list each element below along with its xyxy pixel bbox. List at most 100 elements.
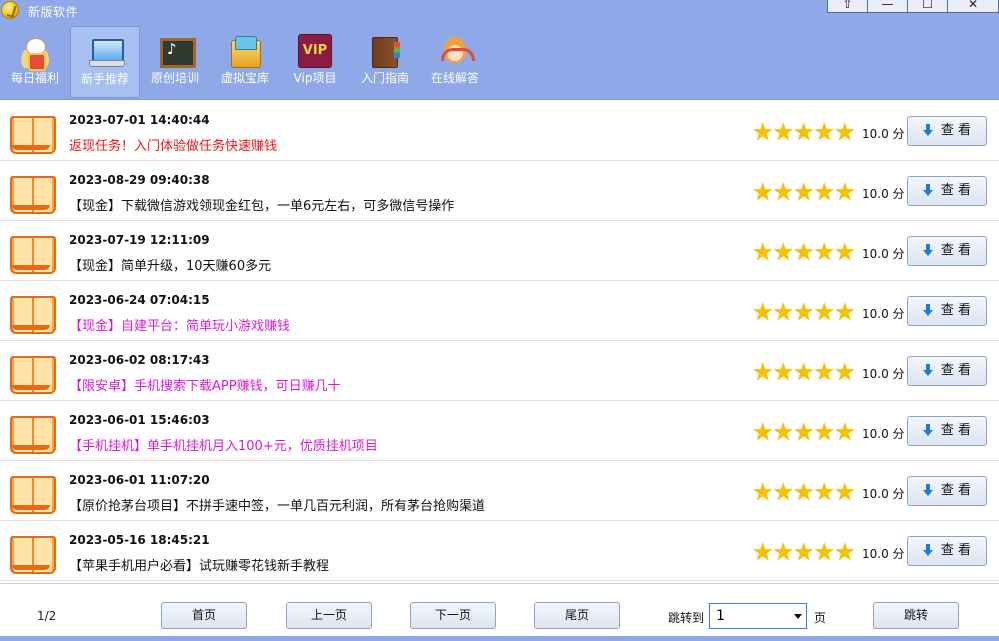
view-button[interactable]: 查 看 <box>907 176 987 206</box>
last-page-button[interactable]: 尾页 <box>534 602 620 629</box>
star-icon: ★ <box>793 418 815 446</box>
open-book-icon <box>10 536 56 574</box>
item-score: 10.0 分 <box>862 487 905 501</box>
window-maximize-button[interactable]: ☐ <box>907 0 948 13</box>
jump-button[interactable]: 跳转 <box>873 602 959 629</box>
star-icon: ★ <box>772 238 795 266</box>
item-title[interactable]: 【原价抢茅台项目】不拼手速中签，一单几百元利润，所有茅台抢购渠道 <box>69 495 485 514</box>
star-icon: ★ <box>772 418 795 446</box>
star-icon: ★ <box>813 538 836 566</box>
view-button[interactable]: 查 看 <box>907 356 987 386</box>
star-icon: ★ <box>834 358 856 386</box>
tool-label: 每日福利 <box>10 71 59 85</box>
item-date: 2023-05-16 18:45:21 <box>69 533 210 547</box>
star-icon: ★ <box>793 298 815 326</box>
star-icon: ★ <box>793 358 815 386</box>
pagination-bar: 1/2 首页 上一页 下一页 尾页 跳转到 1 页 跳转 <box>0 583 999 641</box>
item-date: 2023-06-24 07:04:15 <box>69 293 210 307</box>
star-icon: ★ <box>813 358 836 386</box>
close-icon: ✕ <box>967 0 979 11</box>
chalkboard-icon <box>158 34 196 68</box>
view-button[interactable]: 查 看 <box>907 236 987 266</box>
treasure-cash-icon <box>228 34 262 68</box>
page-indicator: 1/2 <box>37 609 57 623</box>
page-select[interactable]: 1 <box>709 603 807 629</box>
rating-stars: ★ ★ ★ ★ ★ <box>752 178 856 206</box>
view-button[interactable]: 查 看 <box>907 536 987 566</box>
next-page-button[interactable]: 下一页 <box>410 602 496 629</box>
view-button-label: 查 看 <box>940 243 972 258</box>
star-icon: ★ <box>813 418 836 446</box>
list-item: 2023-06-24 07:04:15 【现金】自建平台：简单玩小游戏赚钱 ★ ★… <box>0 281 999 341</box>
star-icon: ★ <box>793 118 815 146</box>
star-icon: ★ <box>772 358 795 386</box>
star-icon: ★ <box>772 478 795 506</box>
item-title[interactable]: 【手机挂机】单手机挂机月入100+元，优质挂机项目 <box>69 435 378 454</box>
first-page-button[interactable]: 首页 <box>161 602 247 629</box>
laptop-icon <box>89 35 125 69</box>
rating-stars: ★ ★ ★ ★ ★ <box>752 538 856 566</box>
star-icon: ★ <box>793 238 815 266</box>
item-date: 2023-06-02 08:17:43 <box>69 353 210 367</box>
item-title[interactable]: 【现金】下载微信游戏领现金红包，一单6元左右，可多微信号操作 <box>69 195 454 214</box>
open-book-icon <box>10 176 56 214</box>
view-button[interactable]: 查 看 <box>907 476 987 506</box>
view-button[interactable]: 查 看 <box>907 416 987 446</box>
item-title[interactable]: 【现金】自建平台：简单玩小游戏赚钱 <box>69 315 290 334</box>
prev-page-button[interactable]: 上一页 <box>286 602 372 629</box>
view-button-label: 查 看 <box>940 303 972 318</box>
tool-getting-started[interactable]: 入门指南 <box>350 26 420 98</box>
item-score: 10.0 分 <box>862 187 905 201</box>
tool-virtual-treasury[interactable]: 虚拟宝库 <box>210 26 280 98</box>
item-score: 10.0 分 <box>862 547 905 561</box>
tool-beginner-recommend[interactable]: 新手推荐 <box>70 26 140 98</box>
item-date: 2023-08-29 09:40:38 <box>69 173 210 187</box>
item-title[interactable]: 返现任务！入门体验做任务快速赚钱 <box>69 135 277 154</box>
tool-label: 在线解答 <box>430 71 479 85</box>
window-minimize-button[interactable]: — <box>867 0 908 13</box>
tool-daily-welfare[interactable]: 每日福利 <box>0 26 70 98</box>
minimize-icon: — <box>881 0 894 11</box>
download-arrow-icon <box>922 483 933 496</box>
guide-book-icon <box>368 34 402 68</box>
open-book-icon <box>10 296 56 334</box>
item-score: 10.0 分 <box>862 427 905 441</box>
view-button[interactable]: 查 看 <box>907 116 987 146</box>
list-item: 2023-05-16 18:45:21 【苹果手机用户必看】试玩赚零花钱新手教程… <box>0 521 999 581</box>
star-icon: ★ <box>752 418 774 446</box>
star-icon: ★ <box>772 178 795 206</box>
support-agent-icon <box>438 34 475 68</box>
item-title[interactable]: 【限安卓】手机搜索下载APP赚钱，可日赚几十 <box>69 375 341 394</box>
rating-stars: ★ ★ ★ ★ ★ <box>752 358 856 386</box>
view-button-label: 查 看 <box>940 423 972 438</box>
rating-stars: ★ ★ ★ ★ ★ <box>752 118 856 146</box>
item-score: 10.0 分 <box>862 247 905 261</box>
window-pin-button[interactable]: ⇧ <box>827 0 868 13</box>
tool-vip-projects[interactable]: VIP Vip项目 <box>280 26 350 98</box>
rating-stars: ★ ★ ★ ★ ★ <box>752 298 856 326</box>
chevron-down-icon[interactable] <box>794 614 802 619</box>
project-list: 2023-07-01 14:40:44 返现任务！入门体验做任务快速赚钱 ★ ★ ★… <box>0 101 999 583</box>
star-icon: ★ <box>834 538 856 566</box>
download-arrow-icon <box>922 303 933 316</box>
item-title[interactable]: 【苹果手机用户必看】试玩赚零花钱新手教程 <box>69 555 329 574</box>
star-icon: ★ <box>752 238 774 266</box>
star-icon: ★ <box>813 478 836 506</box>
view-button[interactable]: 查 看 <box>907 296 987 326</box>
window-close-button[interactable]: ✕ <box>947 0 999 13</box>
star-icon: ★ <box>772 298 795 326</box>
item-score: 10.0 分 <box>862 367 905 381</box>
tool-online-answers[interactable]: 在线解答 <box>420 26 490 98</box>
rating-stars: ★ ★ ★ ★ ★ <box>752 478 856 506</box>
jump-label: 跳转到 <box>668 611 705 625</box>
item-title[interactable]: 【现金】简单升级，10天赚60多元 <box>69 255 271 274</box>
open-book-icon <box>10 236 56 274</box>
download-arrow-icon <box>922 243 933 256</box>
view-button-label: 查 看 <box>940 543 972 558</box>
tool-original-training[interactable]: 原创培训 <box>140 26 210 98</box>
list-item: 2023-06-01 15:46:03 【手机挂机】单手机挂机月入100+元，优… <box>0 401 999 461</box>
tool-label: 虚拟宝库 <box>220 71 269 85</box>
star-icon: ★ <box>813 298 836 326</box>
page-unit-label: 页 <box>814 611 827 625</box>
list-item: 2023-07-19 12:11:09 【现金】简单升级，10天赚60多元 ★ ★… <box>0 221 999 281</box>
